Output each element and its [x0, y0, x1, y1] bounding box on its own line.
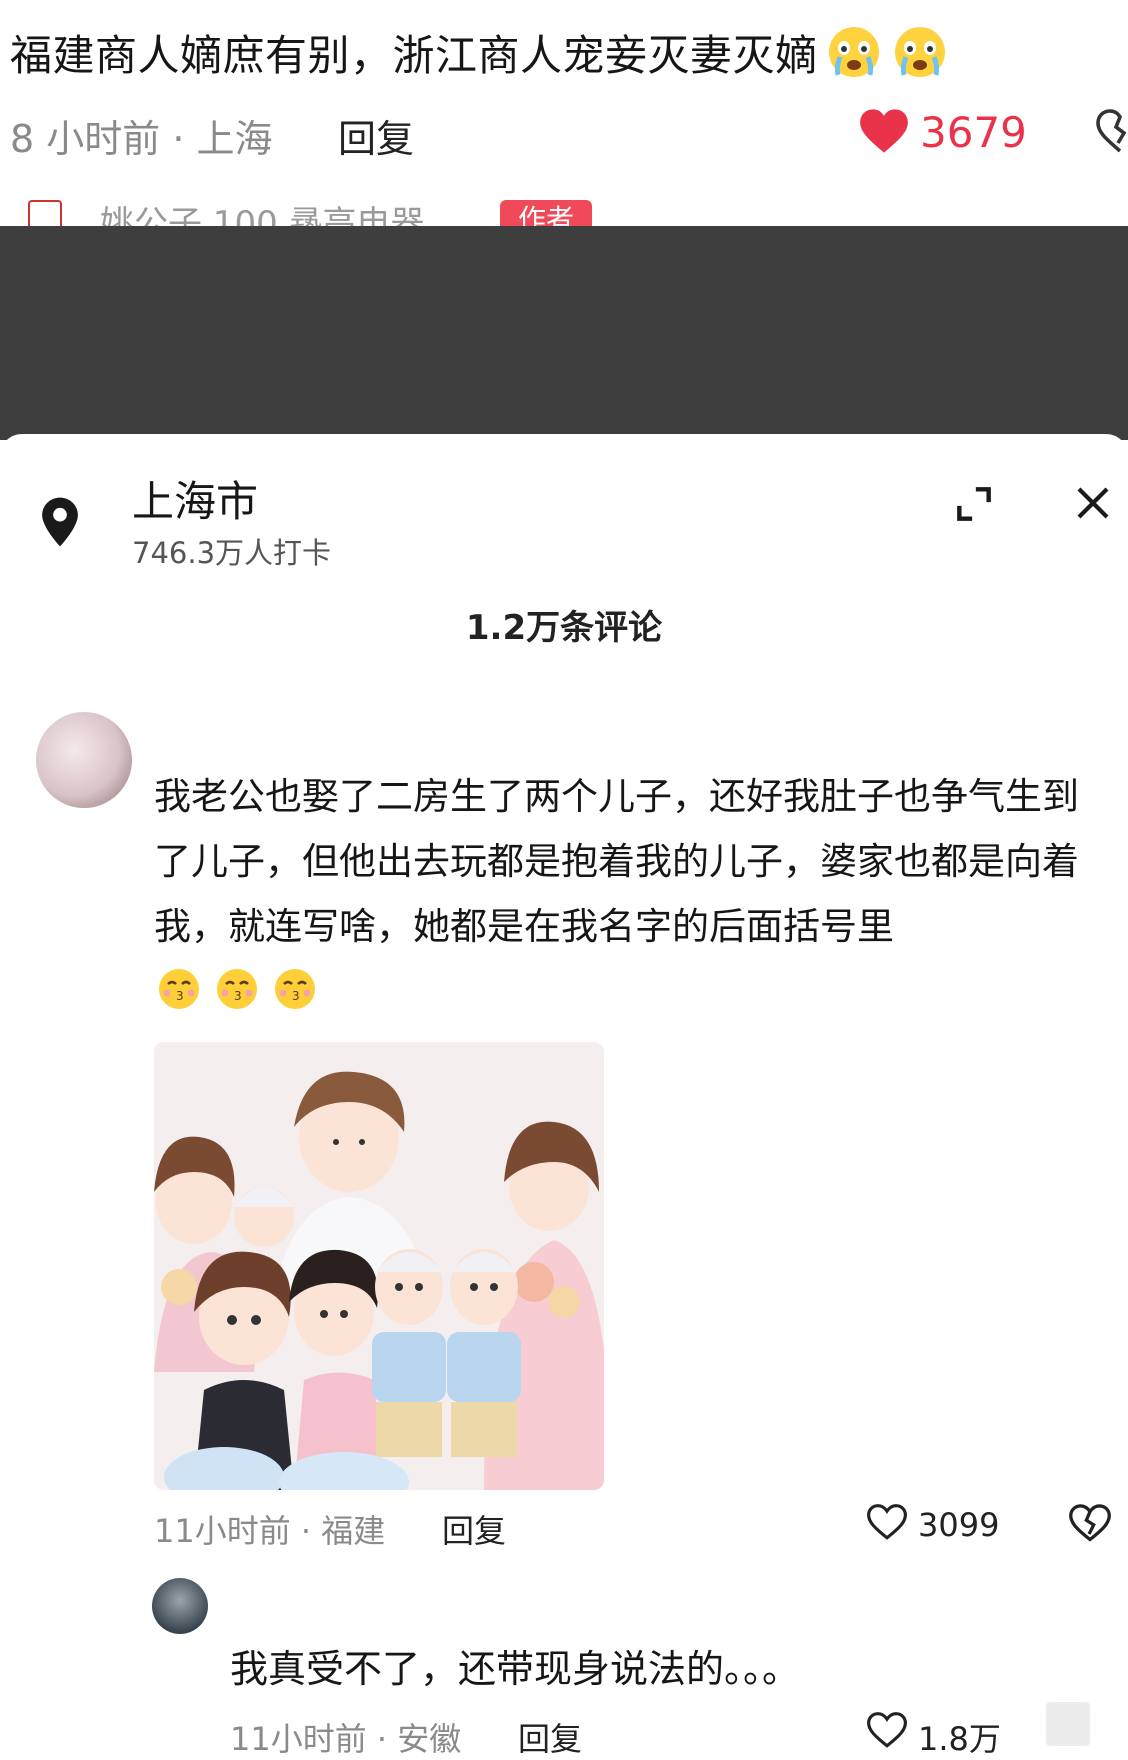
replier-avatar[interactable] [152, 1578, 208, 1634]
comment-reply-button[interactable]: 回复 [442, 1506, 506, 1552]
watermark-badge [1046, 1702, 1090, 1746]
like-heart-icon[interactable] [866, 1710, 908, 1752]
kissing-emoji-icon: 3 [212, 966, 262, 1012]
comment-like-count: 3099 [918, 1506, 1000, 1544]
location-title[interactable]: 上海市 [132, 468, 258, 529]
author-badge: 作者 [500, 200, 592, 226]
top-comment-text: 福建商人嫡庶有别，浙江商人宠妾灭妻灭嫡 [10, 22, 950, 83]
crying-emoji-icon [824, 24, 884, 80]
top-comment-reply-button[interactable]: 回复 [338, 108, 414, 163]
author-avatar [28, 200, 62, 226]
top-comment-like-count: 3679 [920, 108, 1027, 157]
reply-reply-button[interactable]: 回复 [518, 1714, 582, 1760]
svg-text:3: 3 [176, 989, 184, 1003]
dark-overlay[interactable] [0, 226, 1128, 440]
liked-heart-icon[interactable] [858, 106, 910, 156]
commenter-avatar[interactable] [36, 712, 132, 808]
author-name: 姚公子 100 㝷高电器 [100, 204, 425, 226]
comment-text: 我老公也娶了二房生了两个儿子，还好我肚子也争气生到了儿子，但他出去玩都是抱着我的… [154, 764, 1104, 1024]
close-icon[interactable] [1072, 482, 1114, 524]
svg-text:3: 3 [292, 989, 300, 1003]
kissing-emoji-icon: 3 [154, 966, 204, 1012]
svg-text:3: 3 [234, 989, 242, 1003]
reply-text: 我真受不了，还带现身说法的。。。 [230, 1647, 801, 1691]
comment-time-location: 11小时前 · 福建 [154, 1512, 386, 1550]
crying-emoji-icon [890, 24, 950, 80]
location-checkins: 746.3万人打卡 [132, 536, 332, 570]
broken-heart-icon[interactable] [1096, 108, 1128, 156]
reply-like-count: 1.8万 [918, 1720, 1001, 1758]
broken-heart-icon[interactable] [1068, 1502, 1112, 1544]
reply-time-location: 11小时前 · 安徽 [230, 1720, 462, 1758]
comment-image-family-illustration[interactable] [154, 1042, 604, 1490]
comments-count-header: 1.2万条评论 [465, 608, 663, 648]
top-comment-time-location: 8 小时前 · 上海 [10, 117, 273, 161]
location-pin-icon [40, 496, 80, 548]
like-heart-icon[interactable] [866, 1502, 908, 1544]
author-row: 姚公子 100 㝷高电器 作者 [20, 196, 620, 226]
kissing-emoji-icon: 3 [270, 966, 320, 1012]
expand-icon[interactable] [952, 482, 996, 526]
